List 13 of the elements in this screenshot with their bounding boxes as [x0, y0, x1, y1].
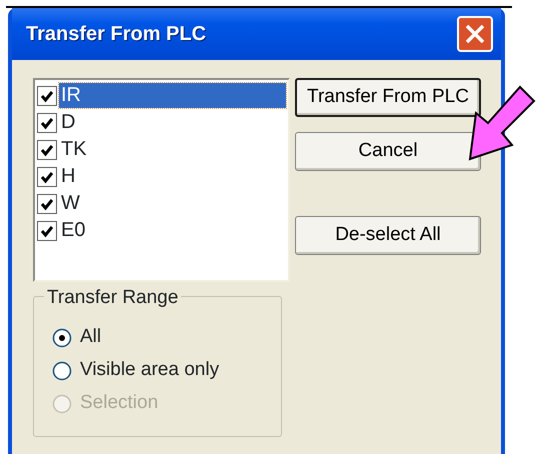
dialog-button[interactable]: De-select All — [295, 216, 481, 255]
dialog-button[interactable]: Transfer From PLC — [295, 78, 481, 117]
list-item[interactable]: W — [59, 191, 82, 216]
radio-label: Selection — [80, 391, 158, 416]
window-title: Transfer From PLC — [26, 22, 206, 47]
radio-label: Visible area only — [80, 358, 220, 382]
list-item[interactable]: H — [59, 164, 78, 189]
list-item[interactable]: IR — [59, 83, 286, 108]
list-item[interactable]: D — [59, 110, 78, 135]
radio-label: All — [80, 325, 102, 350]
dialog-button[interactable]: Cancel — [295, 132, 481, 171]
list-item[interactable]: TK — [59, 137, 89, 162]
list-item[interactable]: E0 — [59, 218, 88, 243]
